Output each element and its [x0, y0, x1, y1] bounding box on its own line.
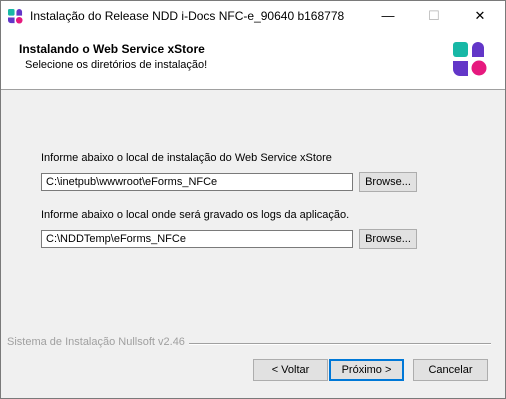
install-dir-label: Informe abaixo o local de instalação do …	[41, 152, 332, 164]
log-dir-label: Informe abaixo o local onde será gravado…	[41, 209, 350, 221]
log-dir-input[interactable]: C:\NDDTemp\eForms_NFCe	[41, 230, 353, 248]
title-bar[interactable]: Instalação do Release NDD i-Docs NFC-e_9…	[1, 1, 505, 31]
ndd-logo-icon	[8, 9, 23, 24]
maximize-button[interactable]: ☐	[411, 1, 457, 31]
install-dir-browse-button[interactable]: Browse...	[359, 172, 417, 192]
nsis-brand-label: Sistema de Instalação Nullsoft v2.46	[7, 336, 189, 348]
page-title: Instalando o Web Service xStore	[19, 42, 205, 56]
close-button[interactable]: ✕	[457, 1, 503, 31]
back-button[interactable]: < Voltar	[253, 359, 328, 381]
header-panel: Instalando o Web Service xStore Selecion…	[1, 31, 505, 90]
page-subtitle: Selecione os diretórios de instalação!	[25, 59, 208, 71]
install-dir-input[interactable]: C:\inetpub\wwwroot\eForms_NFCe	[41, 173, 353, 191]
window-title: Instalação do Release NDD i-Docs NFC-e_9…	[30, 9, 345, 23]
log-dir-browse-button[interactable]: Browse...	[359, 229, 417, 249]
next-button[interactable]: Próximo >	[329, 359, 404, 381]
cancel-button[interactable]: Cancelar	[413, 359, 488, 381]
minimize-button[interactable]: —	[365, 1, 411, 31]
installer-window: Instalação do Release NDD i-Docs NFC-e_9…	[0, 0, 506, 399]
ndd-logo-icon	[453, 42, 487, 76]
